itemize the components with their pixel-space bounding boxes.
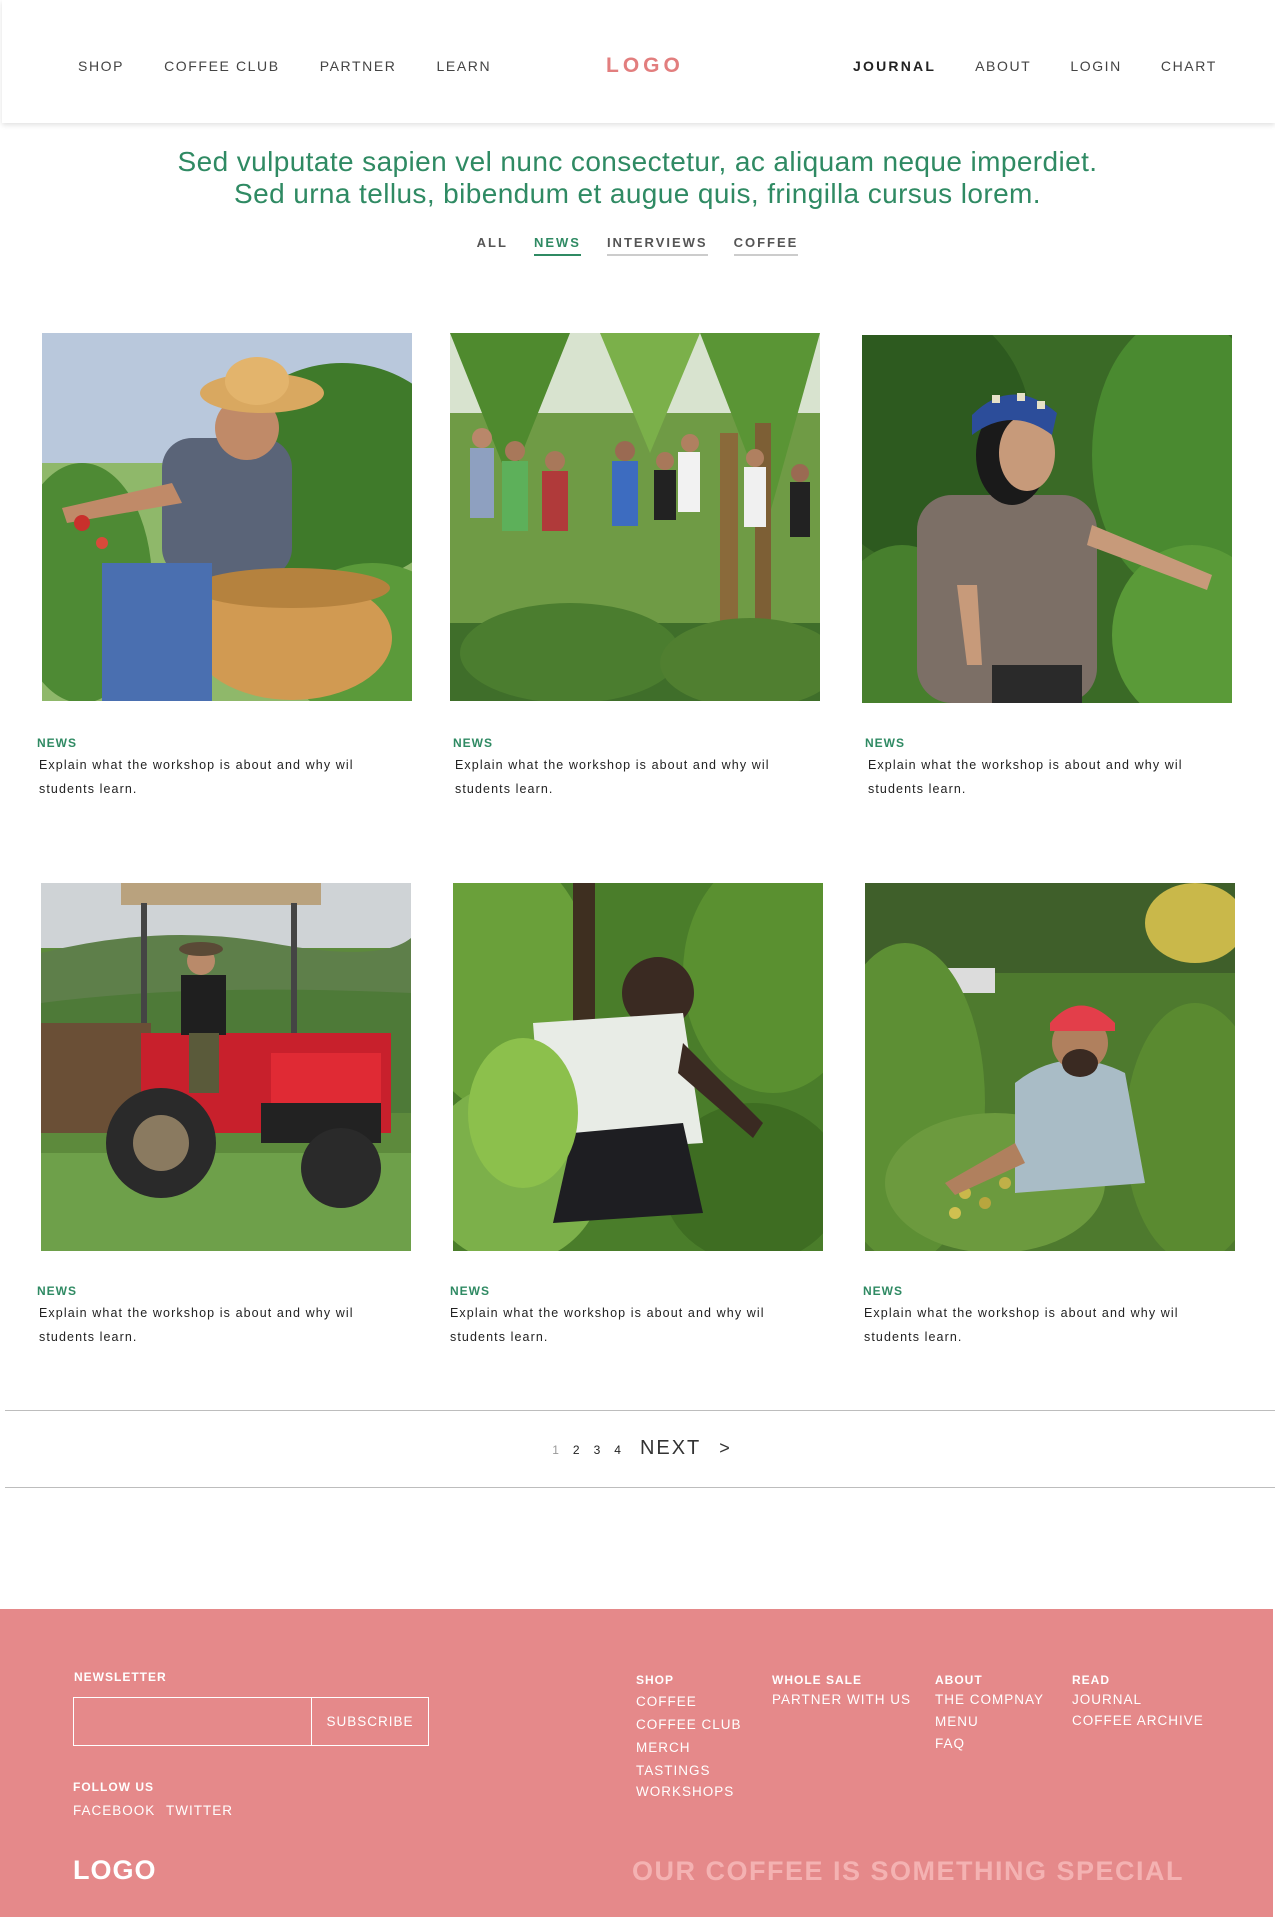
nav-learn[interactable]: LEARN: [437, 58, 492, 74]
nav-coffee-club[interactable]: COFFEE CLUB: [164, 58, 280, 74]
page-4[interactable]: 4: [614, 1443, 621, 1457]
article-desc-line-2: students learn.: [455, 782, 554, 796]
article-tag: NEWS: [37, 736, 77, 750]
hero-text: Sed vulputate sapien vel nunc consectetu…: [0, 146, 1275, 210]
article-desc-line-1: Explain what the workshop is about and w…: [455, 758, 770, 772]
article-description[interactable]: Explain what the workshop is about and w…: [39, 1301, 419, 1349]
page-3[interactable]: 3: [594, 1443, 601, 1457]
article-description[interactable]: Explain what the workshop is about and w…: [455, 753, 835, 801]
category-filters: ALL NEWS INTERVIEWS COFFEE: [0, 235, 1275, 256]
article-image-woman-headscarf[interactable]: [862, 335, 1232, 703]
footer-logo[interactable]: LOGO: [73, 1855, 157, 1886]
footer-about-heading: ABOUT: [935, 1673, 983, 1687]
divider: [5, 1487, 1275, 1488]
filter-interviews[interactable]: INTERVIEWS: [606, 235, 708, 256]
article-description[interactable]: Explain what the workshop is about and w…: [39, 753, 419, 801]
newsletter-email-input[interactable]: [74, 1698, 312, 1745]
article-tag: NEWS: [453, 736, 493, 750]
footer-link-coffee-club[interactable]: COFFEE CLUB: [636, 1717, 742, 1732]
next-page-link[interactable]: NEXT: [640, 1437, 701, 1460]
article-card[interactable]: NEWS Explain what the workshop is about …: [450, 883, 823, 1344]
article-desc-line-2: students learn.: [864, 1330, 963, 1344]
footer-link-the-company[interactable]: THE COMPNAY: [935, 1692, 1044, 1707]
footer-link-coffee[interactable]: COFFEE: [636, 1694, 697, 1709]
article-tag: NEWS: [863, 1284, 903, 1298]
article-description[interactable]: Explain what the workshop is about and w…: [864, 1301, 1244, 1349]
article-description[interactable]: Explain what the workshop is about and w…: [868, 753, 1248, 801]
nav-about[interactable]: ABOUT: [975, 58, 1031, 74]
nav-shop[interactable]: SHOP: [78, 58, 124, 74]
footer-link-merch[interactable]: MERCH: [636, 1740, 691, 1755]
article-image-kneeling-man[interactable]: [453, 883, 823, 1251]
header-logo[interactable]: LOGO: [606, 54, 684, 78]
article-card[interactable]: NEWS Explain what the workshop is about …: [37, 333, 412, 796]
footer-link-journal[interactable]: JOURNAL: [1072, 1692, 1142, 1707]
nav-left: SHOP COFFEE CLUB PARTNER LEARN: [78, 58, 491, 74]
article-image-farmer-basket[interactable]: [42, 333, 412, 701]
hero-line-1: Sed vulputate sapien vel nunc consectetu…: [177, 146, 1098, 177]
footer-link-tastings[interactable]: TASTINGS: [636, 1763, 711, 1778]
footer-link-menu[interactable]: MENU: [935, 1714, 979, 1729]
site-footer: NEWSLETTER SUBSCRIBE FOLLOW US FACEBOOK …: [0, 1609, 1273, 1917]
article-desc-line-2: students learn.: [450, 1330, 549, 1344]
footer-link-partner-with-us[interactable]: PARTNER WITH US: [772, 1692, 911, 1707]
page-2[interactable]: 2: [573, 1443, 580, 1457]
article-desc-line-2: students learn.: [39, 1330, 138, 1344]
twitter-link[interactable]: TWITTER: [166, 1803, 233, 1818]
newsletter-form: SUBSCRIBE: [73, 1697, 429, 1746]
article-image-tractor[interactable]: [41, 883, 411, 1251]
article-desc-line-1: Explain what the workshop is about and w…: [39, 758, 354, 772]
article-desc-line-1: Explain what the workshop is about and w…: [39, 1306, 354, 1320]
pagination: 1 2 3 4 NEXT >: [0, 1437, 1275, 1460]
nav-chart[interactable]: CHART: [1161, 58, 1217, 74]
article-desc-line-2: students learn.: [868, 782, 967, 796]
article-tag: NEWS: [37, 1284, 77, 1298]
article-desc-line-1: Explain what the workshop is about and w…: [864, 1306, 1179, 1320]
article-card[interactable]: NEWS Explain what the workshop is about …: [862, 335, 1232, 796]
article-description[interactable]: Explain what the workshop is about and w…: [450, 1301, 830, 1349]
article-card[interactable]: NEWS Explain what the workshop is about …: [37, 883, 411, 1344]
footer-read-heading: READ: [1072, 1673, 1111, 1687]
article-desc-line-2: students learn.: [39, 782, 138, 796]
footer-link-faq[interactable]: FAQ: [935, 1736, 965, 1751]
article-card[interactable]: NEWS Explain what the workshop is about …: [450, 333, 820, 796]
footer-link-coffee-archive[interactable]: COFFEE ARCHIVE: [1072, 1713, 1204, 1728]
footer-tagline: OUR COFFEE IS SOMETHING SPECIAL: [632, 1856, 1185, 1886]
chevron-right-icon[interactable]: >: [719, 1438, 730, 1459]
filter-coffee[interactable]: COFFEE: [733, 235, 799, 256]
nav-journal[interactable]: JOURNAL: [853, 58, 936, 74]
divider: [5, 1410, 1275, 1411]
newsletter-heading: NEWSLETTER: [74, 1670, 167, 1684]
facebook-link[interactable]: FACEBOOK: [73, 1803, 155, 1818]
nav-partner[interactable]: PARTNER: [320, 58, 397, 74]
article-card[interactable]: NEWS Explain what the workshop is about …: [863, 883, 1235, 1344]
article-desc-line-1: Explain what the workshop is about and w…: [450, 1306, 765, 1320]
nav-login[interactable]: LOGIN: [1070, 58, 1122, 74]
article-tag: NEWS: [865, 736, 905, 750]
follow-us-heading: FOLLOW US: [73, 1780, 154, 1794]
filter-news[interactable]: NEWS: [533, 235, 581, 256]
footer-wholesale-heading: WHOLE SALE: [772, 1673, 862, 1687]
filter-all[interactable]: ALL: [477, 235, 508, 256]
site-header: SHOP COFFEE CLUB PARTNER LEARN LOGO JOUR…: [2, 0, 1275, 123]
nav-right: JOURNAL ABOUT LOGIN CHART: [853, 58, 1217, 74]
hero-line-2: Sed urna tellus, bibendum et augue quis,…: [234, 178, 1041, 209]
subscribe-button[interactable]: SUBSCRIBE: [312, 1698, 428, 1745]
page-1[interactable]: 1: [552, 1443, 559, 1457]
article-image-red-cap-picker[interactable]: [865, 883, 1235, 1251]
article-desc-line-1: Explain what the workshop is about and w…: [868, 758, 1183, 772]
footer-shop-heading: SHOP: [636, 1673, 675, 1687]
footer-link-workshops[interactable]: WORKSHOPS: [636, 1784, 734, 1799]
article-image-group-grove[interactable]: [450, 333, 820, 701]
article-tag: NEWS: [450, 1284, 490, 1298]
